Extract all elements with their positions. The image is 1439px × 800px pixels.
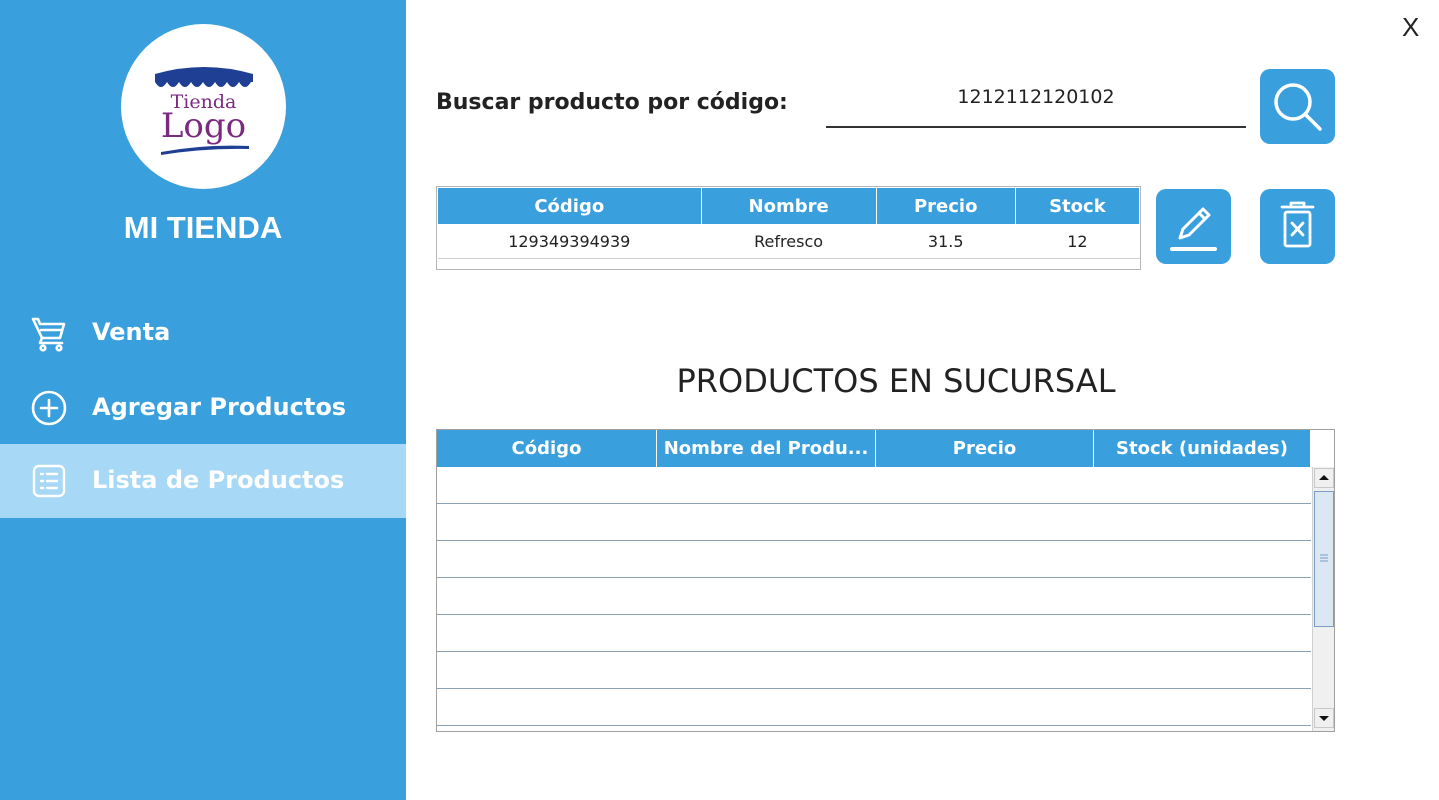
sidebar-item-label: Lista de Productos [92, 466, 345, 494]
plus-circle-icon [30, 389, 68, 427]
table-row[interactable] [437, 467, 1311, 504]
store-logo: Tienda Logo [121, 24, 286, 189]
logo-text-logo: Logo [160, 106, 247, 146]
close-button[interactable]: X [1402, 12, 1419, 43]
column-header-nombre[interactable]: Nombre del Produ... [657, 430, 876, 467]
edit-icon [1170, 207, 1217, 251]
cart-icon [30, 314, 68, 352]
sidebar: Tienda Logo MI TIENDA Venta Agregar Prod… [0, 0, 406, 800]
column-header-stock[interactable]: Stock (unidades) [1094, 430, 1311, 467]
column-header-stock[interactable]: Stock [1014, 187, 1141, 225]
search-input[interactable] [826, 82, 1246, 128]
scroll-thumb[interactable] [1314, 491, 1334, 627]
section-title: PRODUCTOS EN SUCURSAL [676, 362, 1116, 400]
column-header-codigo[interactable]: Código [437, 430, 657, 467]
table-row[interactable] [437, 504, 1311, 541]
edit-button[interactable] [1156, 189, 1231, 264]
sidebar-item-venta[interactable]: Venta [0, 296, 406, 370]
table-row[interactable] [437, 578, 1311, 615]
table-row[interactable] [437, 689, 1311, 726]
delete-button[interactable] [1260, 189, 1335, 264]
search-result-table: Código Nombre Precio Stock 129349394939 … [436, 186, 1141, 270]
arrow-down-icon [1319, 716, 1329, 721]
scroll-up-button[interactable] [1314, 468, 1334, 488]
table-row[interactable] [437, 652, 1311, 689]
table-header: Código Nombre del Produ... Precio Stock … [437, 430, 1311, 467]
search-icon [1274, 83, 1322, 131]
vertical-scrollbar[interactable] [1312, 467, 1334, 731]
table-row[interactable] [437, 541, 1311, 578]
column-header-precio[interactable]: Precio [875, 187, 1016, 225]
grip-icon [1320, 554, 1328, 562]
table-body [437, 467, 1311, 726]
delete-icon [1280, 201, 1315, 248]
cell-nombre: Refresco [701, 224, 877, 259]
cell-precio: 31.5 [876, 224, 1016, 259]
search-button[interactable] [1260, 69, 1335, 144]
search-label: Buscar producto por código: [436, 90, 788, 115]
column-header-nombre[interactable]: Nombre [700, 187, 877, 225]
cell-codigo: 129349394939 [437, 224, 702, 259]
sidebar-item-label: Agregar Productos [92, 393, 347, 421]
sidebar-item-label: Venta [92, 318, 171, 346]
sidebar-item-lista-de-productos[interactable]: Lista de Productos [0, 444, 406, 518]
column-header-codigo[interactable]: Código [437, 187, 702, 225]
sidebar-item-agregar-productos[interactable]: Agregar Productos [0, 371, 406, 445]
scroll-down-button[interactable] [1314, 708, 1334, 728]
column-header-precio[interactable]: Precio [876, 430, 1094, 467]
arrow-up-icon [1319, 475, 1329, 480]
store-name: MI TIENDA [123, 210, 283, 245]
list-icon [30, 462, 68, 500]
cell-stock: 12 [1015, 224, 1140, 259]
products-table: Código Nombre del Produ... Precio Stock … [436, 429, 1335, 732]
table-row[interactable]: 129349394939 Refresco 31.5 12 [437, 224, 1140, 259]
table-row[interactable] [437, 615, 1311, 652]
